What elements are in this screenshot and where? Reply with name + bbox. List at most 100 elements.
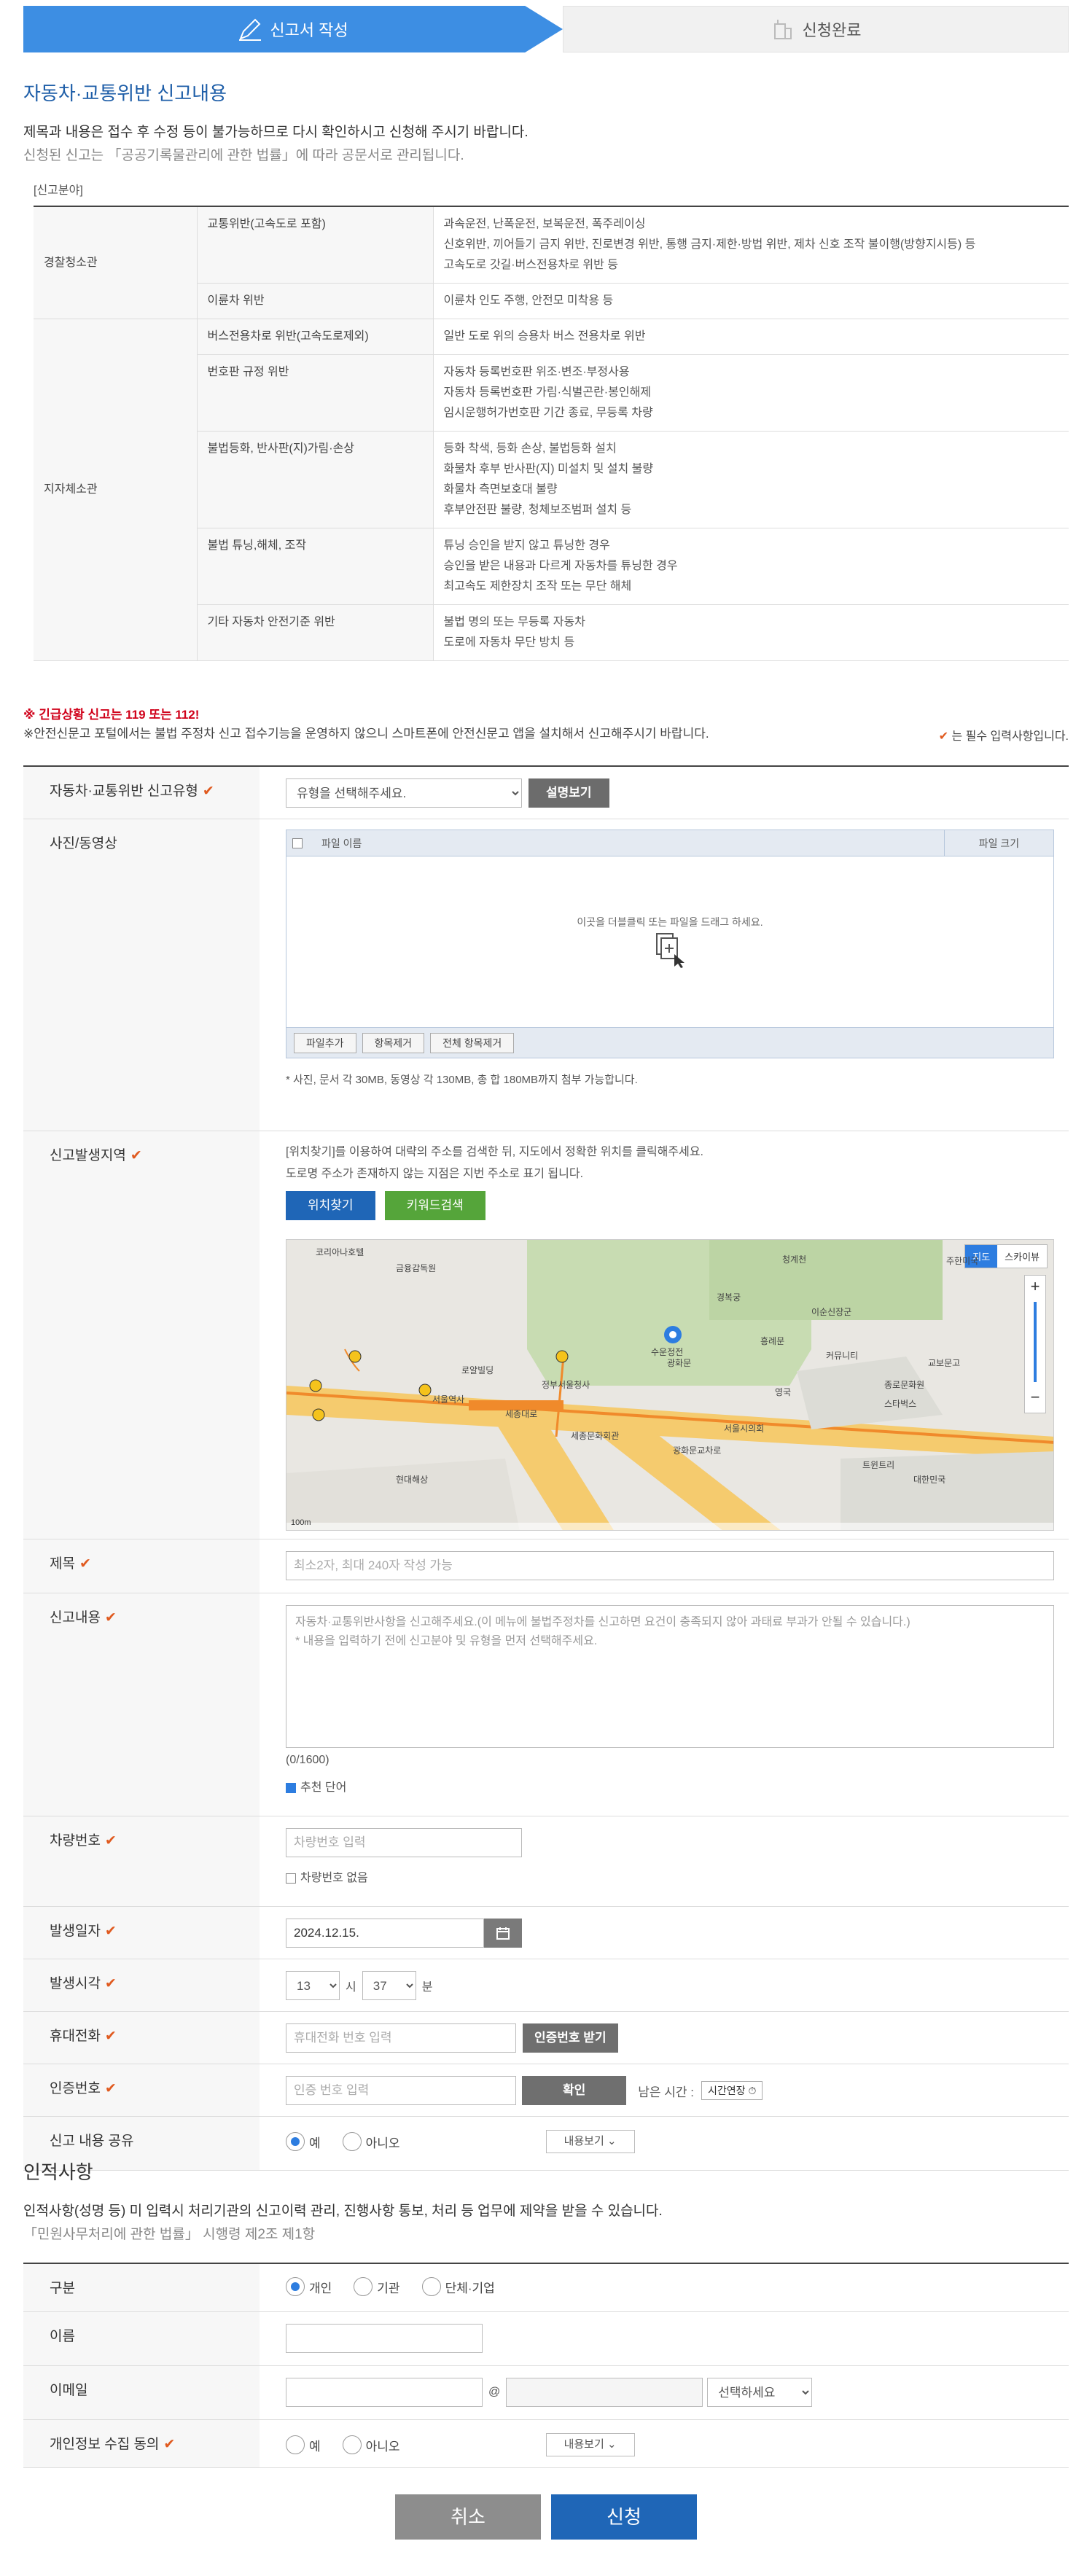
add-file-button[interactable]: 파일추가	[294, 1032, 356, 1053]
radio-dot[interactable]	[286, 2277, 305, 2296]
section-title: 자동차·교통위반 신고내용	[23, 82, 227, 104]
map-view[interactable]: 지도 스카이뷰 + − 100m 코리아나호텔 금융감독원 서울역사 광화문 세종대로 경…	[286, 1239, 1054, 1531]
email-domain-input[interactable]	[506, 2378, 703, 2407]
name-input[interactable]	[286, 2324, 483, 2353]
category-group: 지자체소관	[34, 319, 198, 661]
drop-text: 이곳을 더블클릭 또는 파일을 드래그 하세요.	[577, 916, 763, 928]
content-placeholder-1: 자동차·교통위반사항을 신고해주세요.(이 메뉴에 불법주정차를 신고하면 요건…	[295, 1616, 910, 1628]
category-desc-line: 최고속도 제한장치 조작 또는 무단 해체	[443, 580, 632, 593]
type-individual-radio[interactable]: 개인	[286, 2277, 332, 2296]
file-upload-box[interactable]: 파일 이름 파일 크기 이곳을 더블클릭 또는 파일을 드래그 하세요. 파일추…	[286, 830, 1054, 1058]
radio-dot[interactable]	[342, 2435, 362, 2454]
building-icon	[773, 20, 792, 39]
category-desc: 등화 착색, 등화 손상, 불법등화 설치화물차 후부 반사판(지) 미설치 및…	[433, 431, 1069, 528]
label-content: 신고내용 ✔	[23, 1593, 260, 1816]
map-label: 수운정전	[651, 1347, 684, 1357]
type-company-radio[interactable]: 단체·기업	[421, 2277, 495, 2296]
cancel-button[interactable]: 취소	[395, 2494, 541, 2540]
map-label: 로얄빌딩	[461, 1365, 494, 1375]
skyview-tab[interactable]: 스카이뷰	[997, 1245, 1047, 1268]
notice: 제목과 내용은 접수 후 수정 등이 불가능하므로 다시 확인하시고 신청해 주…	[23, 125, 529, 140]
calendar-button[interactable]	[484, 1919, 522, 1948]
person-form: 구분 개인 기관 단체·기업 이름 이메일 @ 선택하세요 개인정보 수집 동의…	[23, 2263, 1069, 2480]
type-org-radio[interactable]: 기관	[354, 2277, 400, 2296]
email-domain-select[interactable]: 선택하세요	[707, 2378, 813, 2407]
vehicle-number-input[interactable]	[286, 1828, 522, 1857]
progress-steps: 신고서 작성 신청완료	[23, 6, 1069, 52]
category-row: 경찰청소관 교통위반(고속도로 포함) 과속운전, 난폭운전, 보복운전, 폭주레이…	[34, 206, 1069, 319]
category-desc-line: 과속운전, 난폭운전, 보복운전, 폭주레이싱	[443, 218, 646, 230]
map-scale: 100m	[291, 1518, 311, 1527]
keyword-search-button[interactable]: 키워드검색	[384, 1191, 485, 1220]
map-label: 커뮤니티	[826, 1351, 859, 1361]
file-header: 파일 이름 파일 크기	[286, 830, 1053, 856]
hour-select[interactable]: 13	[286, 1971, 340, 2000]
zoom-in-button[interactable]: +	[1025, 1276, 1045, 1297]
view-content-button[interactable]: 내용보기 ⌄	[545, 2130, 635, 2153]
no-vehicle-option[interactable]: 차량번호 없음	[286, 1867, 1054, 1885]
zoom-control: + −	[1024, 1275, 1046, 1413]
content-textarea[interactable]: 자동차·교통위반사항을 신고해주세요.(이 메뉴에 불법주정차를 신고하면 요건…	[286, 1605, 1054, 1748]
radio-dot[interactable]	[421, 2277, 441, 2296]
zoom-slider[interactable]	[1034, 1302, 1037, 1382]
remove-all-button[interactable]: 전체 항목제거	[430, 1032, 515, 1053]
category-desc: 자동차 등록번호판 위조·변조·부정사용 자동차 등록번호판 가림·식별곤란·봉인…	[433, 354, 1069, 432]
category-desc-line: 고속도로 갓길·버스전용차로 위반 등	[443, 259, 618, 271]
radio-dot[interactable]	[286, 2435, 305, 2454]
map-label: 흥례문	[760, 1336, 785, 1346]
map-label: 대한민국	[913, 1475, 946, 1485]
category-desc-line: 등화 착색, 등화 손상, 불법등화 설치	[443, 442, 617, 455]
type-select[interactable]: 유형을 선택해주세요.	[286, 778, 522, 808]
chevron-down-icon: ⌄	[607, 2135, 617, 2147]
recommend-option[interactable]: 추천 단어	[286, 1777, 1054, 1795]
auth-code-input[interactable]	[286, 2076, 516, 2105]
explain-button[interactable]: 설명보기	[529, 778, 609, 808]
radio-dot[interactable]	[286, 2132, 305, 2151]
report-form: 자동차·교통위반 신고유형 ✔ 유형을 선택해주세요. 설명보기 사진/동영상 파…	[23, 765, 1069, 2171]
label-consent: 개인정보 수집 동의 ✔	[23, 2420, 260, 2467]
person-section-title: 인적사항	[23, 2161, 93, 2183]
view-consent-button[interactable]: 내용보기 ⌄	[545, 2433, 635, 2456]
row-phone: 휴대전화✔ 인증번호 받기	[23, 2012, 1069, 2064]
file-toolbar: 파일추가 항목제거 전체 항목제거	[286, 1027, 1053, 1058]
location-control: [위치찾기]를 이용하여 대략의 주소를 검색한 뒤, 지도에서 정확한 위치를…	[286, 1141, 1054, 1535]
consent-no-radio[interactable]: 아니오	[342, 2435, 400, 2454]
share-yes-radio[interactable]: 예	[286, 2132, 321, 2151]
category-desc-line: 화물차 후부 반사판(지) 미설치 및 설치 불량	[443, 463, 654, 475]
no-vehicle-checkbox[interactable]	[286, 1873, 296, 1884]
minute-select[interactable]: 37	[362, 1971, 416, 2000]
select-all-checkbox[interactable]	[292, 838, 303, 848]
row-person-type: 구분 개인 기관 단체·기업	[23, 2264, 1069, 2312]
date-input[interactable]: 2024.12.15.	[286, 1919, 484, 1948]
email-id-input[interactable]	[286, 2378, 483, 2407]
confirm-button[interactable]: 확인	[522, 2076, 627, 2105]
label-media: 사진/동영상	[23, 819, 260, 1131]
request-code-button[interactable]: 인증번호 받기	[523, 2023, 618, 2053]
map-label: 서울시의회	[724, 1424, 765, 1434]
radio-dot[interactable]	[354, 2277, 373, 2296]
extend-time-button[interactable]: 시간연장 ⏱	[701, 2081, 763, 2100]
category-desc: 이륜차 인도 주행, 안전모 미착용 등	[433, 283, 1069, 319]
category-desc-line: 불법 명의 또는 무등록 자동차	[443, 616, 585, 628]
category-name: 기타 자동차 안전기준 위반	[197, 604, 434, 661]
zoom-out-button[interactable]: −	[1025, 1386, 1045, 1408]
recommend-checkbox[interactable]	[286, 1782, 296, 1793]
category-desc-line: 임시운행허가번호판 기간 종료, 무등록 차량	[443, 407, 653, 419]
radio-dot[interactable]	[342, 2132, 362, 2151]
share-no-radio[interactable]: 아니오	[342, 2132, 400, 2151]
submit-button[interactable]: 신청	[551, 2494, 697, 2540]
label-vehicle: 차량번호 ✔	[23, 1816, 260, 1906]
label-email: 이메일	[23, 2366, 260, 2419]
hour-unit: 시	[346, 1981, 356, 1994]
map-label: 세종문화회관	[571, 1431, 620, 1441]
map-label: 정부서울청사	[542, 1380, 590, 1390]
required-note: ✔ 는 필수 입력사항입니다.	[935, 726, 1069, 743]
map-label: 현대해상	[396, 1475, 429, 1485]
phone-input[interactable]	[286, 2023, 516, 2053]
find-location-button[interactable]: 위치찾기	[286, 1191, 375, 1220]
consent-yes-radio[interactable]: 예	[286, 2435, 321, 2454]
title-input[interactable]	[286, 1551, 1054, 1580]
clock-icon: ⏱	[748, 2084, 757, 2096]
remove-item-button[interactable]: 항목제거	[362, 1032, 425, 1053]
emergency-notice: ※ 긴급상황 신고는 119 또는 112!	[23, 708, 200, 722]
